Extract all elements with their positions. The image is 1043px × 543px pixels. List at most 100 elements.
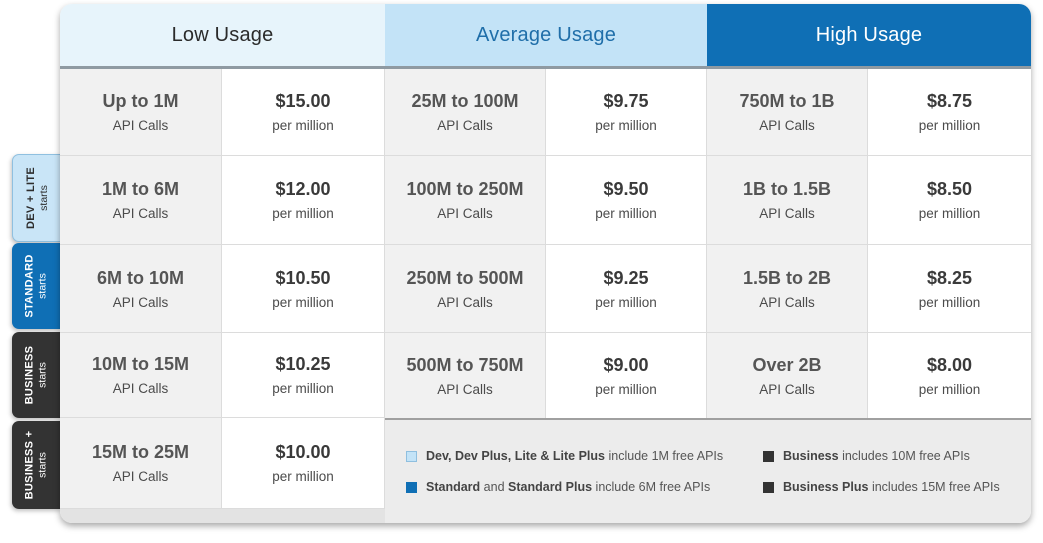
tier-price-cell: $10.00 per million xyxy=(222,418,385,509)
tier-price-cell: $10.25 per million xyxy=(222,333,385,418)
tier-price: $9.00 xyxy=(603,354,649,375)
tier-price-cell: $9.00 per million xyxy=(546,333,707,418)
plan-tab-name: BUSINESS xyxy=(23,345,36,405)
tier-price-unit: per million xyxy=(918,381,981,397)
plan-tab-label: starts xyxy=(36,273,49,299)
tier-range-cell: 6M to 10M API Calls xyxy=(60,245,222,333)
tier-range-unit: API Calls xyxy=(112,206,169,221)
tier-range-unit: API Calls xyxy=(437,118,493,133)
tier-range-cell: 1M to 6M API Calls xyxy=(60,156,222,245)
tier-price: $15.00 xyxy=(275,91,331,111)
tier-price-unit: per million xyxy=(272,294,334,310)
tier-range: 1.5B to 2B xyxy=(742,267,832,288)
tier-price: $9.50 xyxy=(603,179,649,199)
tier-price-cell: $10.50 per million xyxy=(222,245,385,333)
tier-price: $8.75 xyxy=(926,91,973,111)
tier-range-unit: API Calls xyxy=(759,381,815,397)
header-high-usage: High Usage xyxy=(707,4,1031,66)
tier-price-unit: per million xyxy=(918,206,981,221)
plan-tab-label: starts xyxy=(36,362,49,388)
tier-range-unit: API Calls xyxy=(437,294,493,310)
tier-price-unit: per million xyxy=(918,294,981,310)
tier-range: 100M to 250M xyxy=(406,179,524,199)
tier-range: 15M to 25M xyxy=(91,442,190,462)
tier-price-cell: $9.75 per million xyxy=(546,69,707,156)
tier-range-unit: API Calls xyxy=(759,118,815,133)
tier-range-cell: Over 2B API Calls xyxy=(707,333,868,418)
tier-price-cell: $9.50 per million xyxy=(546,156,707,245)
tier-range-unit: API Calls xyxy=(437,381,493,397)
tier-price: $9.25 xyxy=(603,267,649,288)
legend-plan: Standard Plus xyxy=(508,480,593,494)
tier-price-unit: per million xyxy=(272,206,334,221)
tier-price-unit: per million xyxy=(595,381,657,397)
tier-range-cell: 750M to 1B API Calls xyxy=(707,69,868,156)
tier-price: $10.50 xyxy=(275,267,331,288)
legend-text: includes 15M free APIs xyxy=(871,480,1000,494)
tier-price-cell: $8.75 per million xyxy=(868,69,1031,156)
free-api-legend: Dev, Dev Plus, Lite & Lite Plus include … xyxy=(385,418,1031,523)
legend-item-dev-lite: Dev, Dev Plus, Lite & Lite Plus include … xyxy=(406,449,723,463)
tier-price: $10.00 xyxy=(275,442,331,462)
tier-price: $9.75 xyxy=(603,91,649,111)
light-blue-square-icon xyxy=(406,450,417,462)
tier-price: $8.00 xyxy=(926,354,973,375)
tier-range-unit: API Calls xyxy=(112,294,169,310)
tier-range-unit: API Calls xyxy=(112,381,169,396)
legend-item-business: Business includes 10M free APIs xyxy=(763,449,970,463)
tier-price-unit: per million xyxy=(272,469,334,484)
legend-plan: Business Plus xyxy=(783,480,869,494)
tier-price-unit: per million xyxy=(595,294,657,310)
tier-price-unit: per million xyxy=(918,118,981,133)
tier-range: 1M to 6M xyxy=(101,179,179,199)
tier-price-unit: per million xyxy=(595,206,657,221)
legend-plan: Business xyxy=(783,449,839,463)
tier-range: 750M to 1B xyxy=(739,91,835,111)
plan-tab-name: BUSINESS + xyxy=(23,430,36,500)
plan-tab-standard: STANDARD starts xyxy=(12,243,69,329)
legend-plan: Standard xyxy=(426,480,481,494)
tier-price-cell: $8.00 per million xyxy=(868,333,1031,418)
dark-square-icon xyxy=(763,450,774,462)
tier-range-cell: 15M to 25M API Calls xyxy=(60,418,222,509)
tier-range: Over 2B xyxy=(752,354,822,375)
header-low-usage: Low Usage xyxy=(60,4,385,66)
tier-price: $12.00 xyxy=(275,179,331,199)
tier-range-cell: Up to 1M API Calls xyxy=(60,69,222,156)
tier-price-unit: per million xyxy=(272,118,334,133)
tier-range-unit: API Calls xyxy=(437,206,493,221)
legend-item-standard: Standard and Standard Plus include 6M fr… xyxy=(406,480,710,494)
tier-range-cell: 100M to 250M API Calls xyxy=(385,156,546,245)
tier-range: Up to 1M xyxy=(102,91,179,111)
tier-price-cell: $12.00 per million xyxy=(222,156,385,245)
tier-range: 500M to 750M xyxy=(406,354,524,375)
plan-tab-business-plus: BUSINESS + starts xyxy=(12,421,69,509)
tier-price-cell: $8.50 per million xyxy=(868,156,1031,245)
legend-text: and xyxy=(483,480,505,494)
tier-range-cell: 250M to 500M API Calls xyxy=(385,245,546,333)
dark-square-icon xyxy=(763,481,774,493)
legend-text: include 6M free APIs xyxy=(595,480,711,494)
tier-range-cell: 500M to 750M API Calls xyxy=(385,333,546,418)
tier-price-unit: per million xyxy=(595,118,657,133)
tier-price: $8.50 xyxy=(926,179,973,199)
tier-range: 25M to 100M xyxy=(411,91,519,111)
plan-tab-label: starts xyxy=(37,185,50,211)
table-footer-strip xyxy=(60,509,385,523)
plan-tab-name: DEV + LITE xyxy=(24,167,37,229)
tier-range: 250M to 500M xyxy=(406,267,524,288)
pricing-table: Low Usage Average Usage High Usage Up to… xyxy=(60,4,1031,523)
tier-price-cell: $9.25 per million xyxy=(546,245,707,333)
tier-price-unit: per million xyxy=(272,381,334,396)
legend-plan: Dev, Dev Plus, Lite & Lite Plus xyxy=(426,449,605,463)
tier-range: 1B to 1.5B xyxy=(742,179,832,199)
tier-range: 6M to 10M xyxy=(96,267,184,288)
tier-price-cell: $15.00 per million xyxy=(222,69,385,156)
plan-tab-business: BUSINESS starts xyxy=(12,332,69,418)
tier-price-cell: $8.25 per million xyxy=(868,245,1031,333)
tier-range-unit: API Calls xyxy=(759,206,815,221)
legend-item-business-plus: Business Plus includes 15M free APIs xyxy=(763,480,1000,494)
legend-text: includes 10M free APIs xyxy=(842,449,970,463)
tier-range-cell: 1.5B to 2B API Calls xyxy=(707,245,868,333)
plan-tab-dev-lite: DEV + LITE starts xyxy=(12,154,70,242)
